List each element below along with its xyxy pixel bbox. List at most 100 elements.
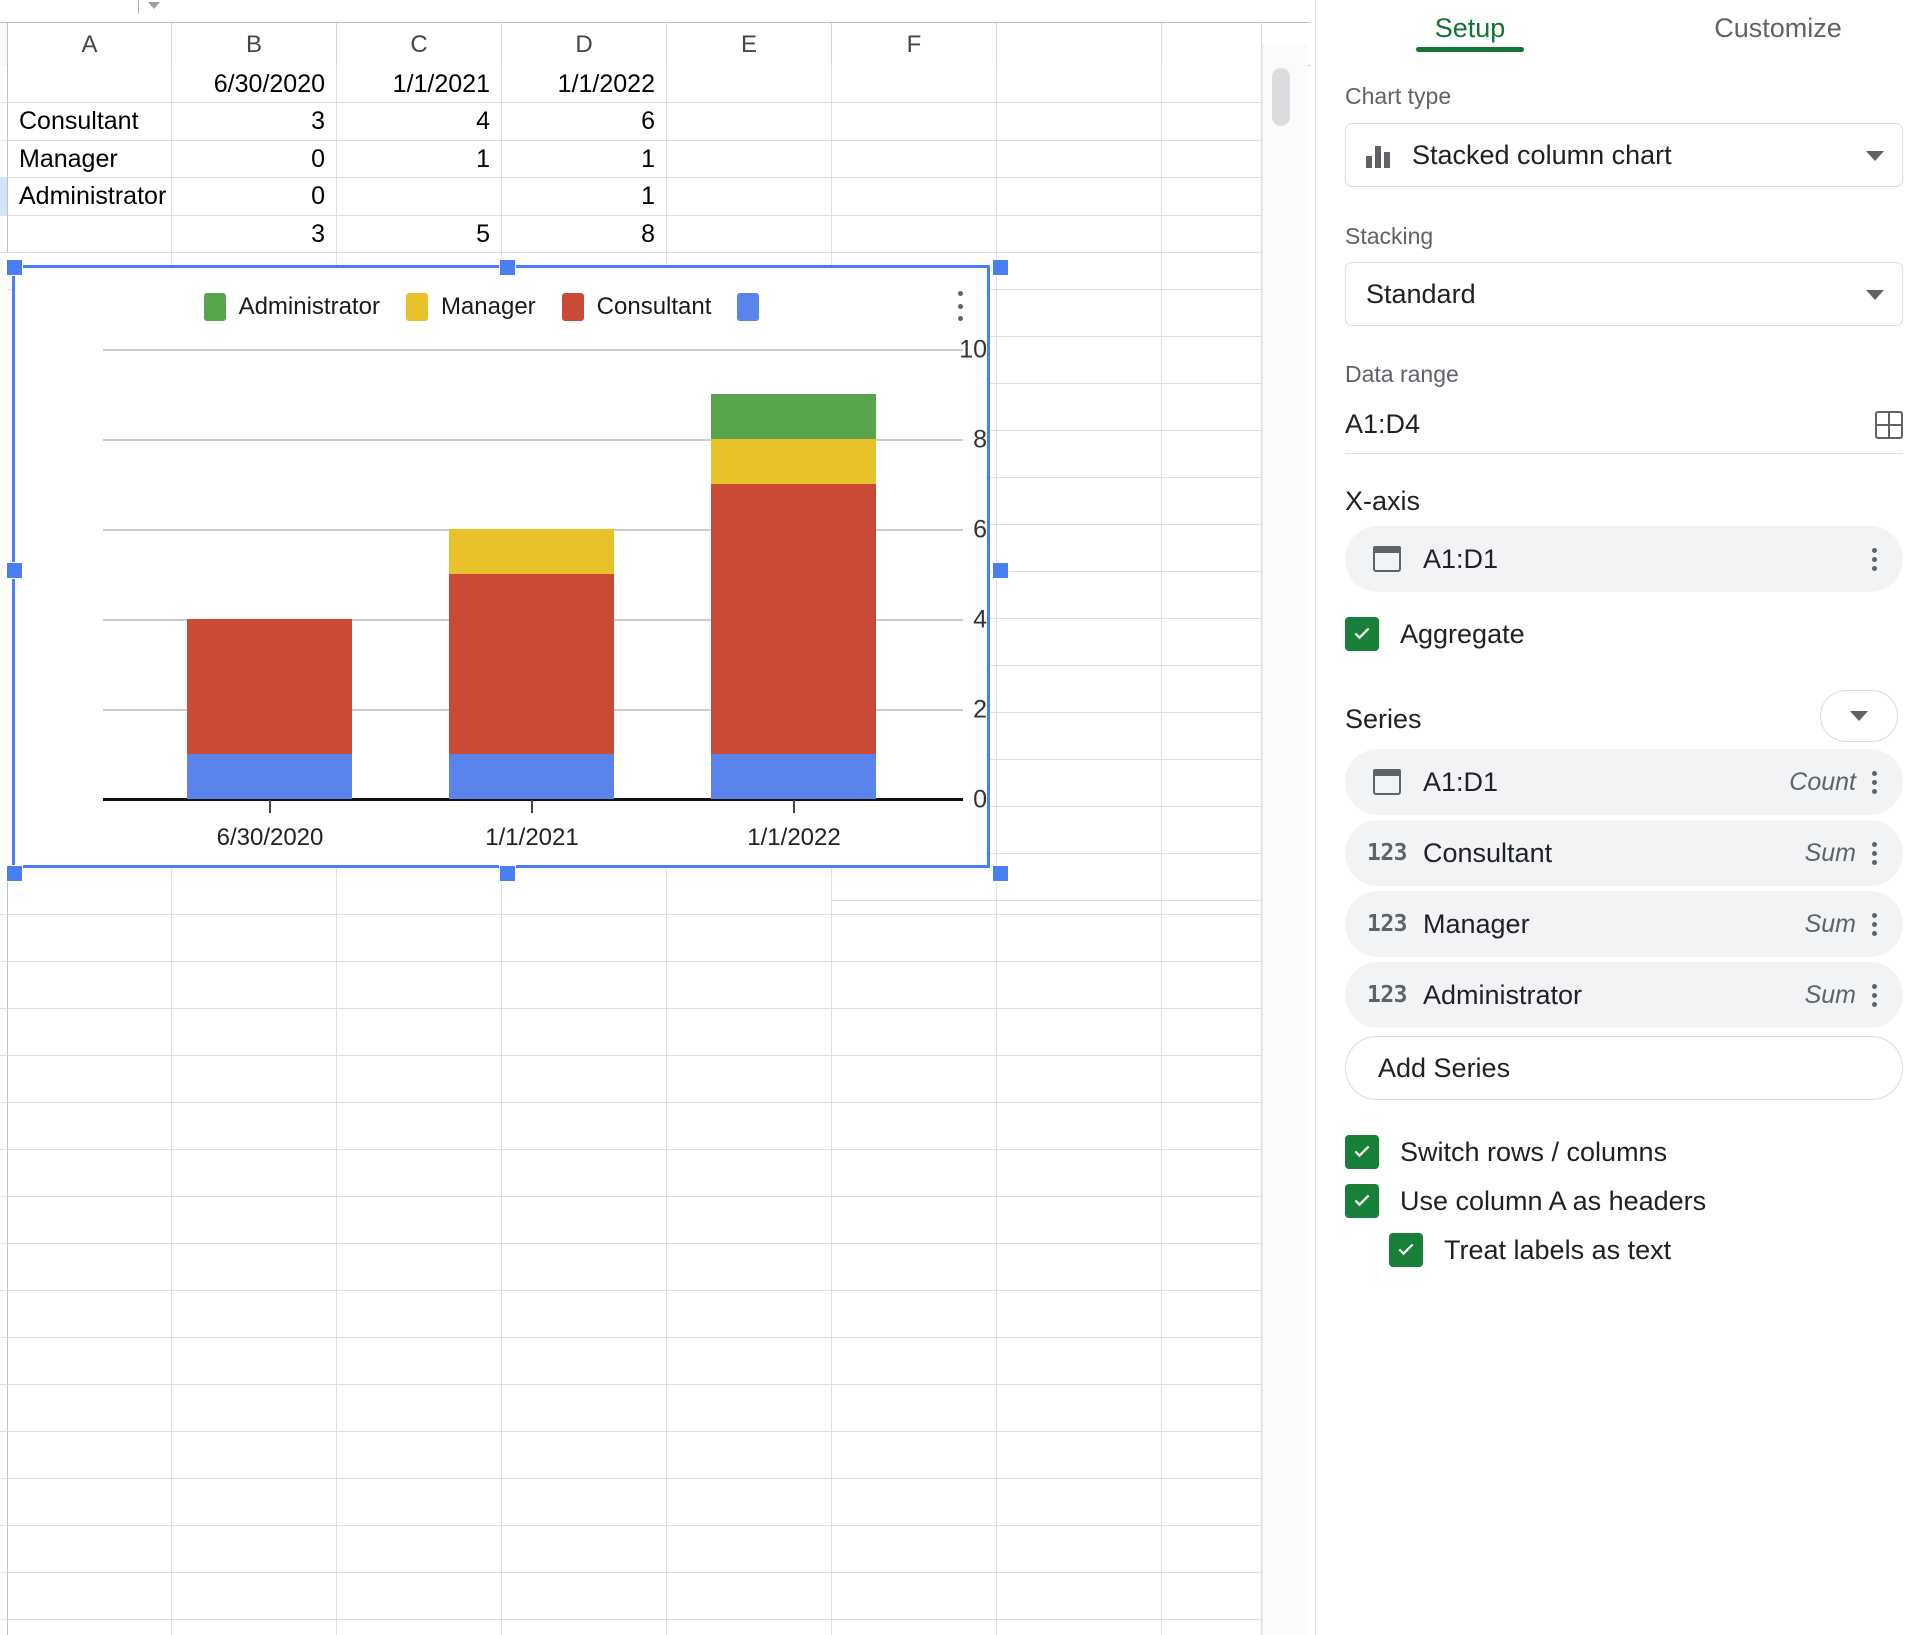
empty-cell[interactable] — [502, 868, 667, 915]
empty-row-band[interactable] — [1162, 253, 1262, 290]
cell-c5[interactable]: 5 — [337, 216, 502, 253]
empty-cell[interactable] — [997, 619, 1162, 666]
series-options-dropdown[interactable] — [1820, 690, 1898, 742]
cell-g5[interactable] — [997, 216, 1162, 253]
row-header-4[interactable] — [0, 178, 8, 216]
select-all-corner[interactable] — [0, 23, 8, 66]
row-header[interactable] — [0, 1244, 8, 1291]
row-header[interactable] — [0, 1197, 8, 1244]
empty-cell[interactable] — [997, 1103, 1162, 1150]
empty-cell[interactable] — [502, 1150, 667, 1197]
empty-cell[interactable] — [667, 1526, 832, 1573]
resize-handle-bottom-center[interactable] — [499, 865, 516, 882]
resize-handle-top-right[interactable] — [992, 259, 1009, 276]
empty-cell[interactable] — [8, 1385, 172, 1432]
empty-cell[interactable] — [832, 1056, 997, 1103]
empty-cell[interactable] — [997, 1385, 1162, 1432]
empty-cell[interactable] — [997, 337, 1162, 384]
empty-cell[interactable] — [997, 1338, 1162, 1385]
empty-cell[interactable] — [502, 1197, 667, 1244]
empty-cell[interactable] — [997, 760, 1162, 807]
checkbox-checked-icon[interactable] — [1345, 617, 1379, 651]
bar-segment-consultant-1[interactable] — [187, 619, 352, 754]
empty-cell[interactable] — [997, 1620, 1162, 1635]
cell-d3[interactable]: 1 — [502, 141, 667, 178]
resize-handle-middle-right[interactable] — [992, 562, 1009, 579]
empty-cell[interactable] — [997, 1573, 1162, 1620]
empty-cell[interactable] — [502, 1056, 667, 1103]
cell-h4[interactable] — [1162, 178, 1262, 216]
empty-cell[interactable] — [1162, 337, 1262, 384]
empty-cell[interactable] — [172, 868, 337, 915]
cell-a2[interactable]: Consultant — [8, 103, 172, 141]
empty-cell[interactable] — [667, 1009, 832, 1056]
cell-a1[interactable] — [8, 66, 172, 103]
cell-e2[interactable] — [667, 103, 832, 141]
cell-b2[interactable]: 3 — [172, 103, 337, 141]
row-header[interactable] — [0, 1338, 8, 1385]
empty-cell[interactable] — [8, 1620, 172, 1635]
empty-cell[interactable] — [997, 1432, 1162, 1479]
row-header[interactable] — [0, 1620, 8, 1635]
empty-cell[interactable] — [1162, 1103, 1262, 1150]
stacking-select[interactable]: Standard — [1345, 262, 1903, 326]
empty-cell[interactable] — [1162, 1244, 1262, 1291]
empty-cell[interactable] — [997, 1056, 1162, 1103]
cell-b4[interactable]: 0 — [172, 178, 337, 216]
cell-g2[interactable] — [997, 103, 1162, 141]
empty-cell[interactable] — [997, 572, 1162, 619]
empty-cell[interactable] — [832, 915, 997, 962]
empty-cell[interactable] — [667, 1103, 832, 1150]
empty-cell[interactable] — [337, 1338, 502, 1385]
empty-cell[interactable] — [502, 915, 667, 962]
empty-cell[interactable] — [832, 1620, 997, 1635]
empty-cell[interactable] — [337, 1056, 502, 1103]
empty-cell[interactable] — [667, 1056, 832, 1103]
switch-rows-columns-row[interactable]: Switch rows / columns — [1345, 1135, 1667, 1169]
legend-item-manager[interactable]: Manager — [405, 293, 536, 321]
empty-cell[interactable] — [502, 1385, 667, 1432]
cell-d5[interactable]: 8 — [502, 216, 667, 253]
empty-cell[interactable] — [667, 1244, 832, 1291]
bar-segment-blank-1[interactable] — [187, 754, 352, 799]
empty-cell[interactable] — [997, 431, 1162, 478]
column-header-h[interactable] — [1162, 23, 1262, 66]
row-header[interactable] — [0, 1103, 8, 1150]
empty-cell[interactable] — [667, 1432, 832, 1479]
empty-cell[interactable] — [8, 1150, 172, 1197]
empty-cell[interactable] — [832, 1432, 997, 1479]
checkbox-checked-icon[interactable] — [1345, 1135, 1379, 1169]
empty-cell[interactable] — [667, 1620, 832, 1635]
cell-f4[interactable] — [832, 178, 997, 216]
empty-cell[interactable] — [667, 915, 832, 962]
empty-cell[interactable] — [997, 290, 1162, 337]
empty-cell[interactable] — [667, 962, 832, 1009]
resize-handle-bottom-left[interactable] — [6, 865, 23, 882]
empty-cell[interactable] — [337, 1620, 502, 1635]
empty-cell[interactable] — [832, 1103, 997, 1150]
empty-cell[interactable] — [172, 1056, 337, 1103]
column-header-b[interactable]: B — [172, 23, 337, 66]
empty-cell[interactable] — [337, 1103, 502, 1150]
empty-cell[interactable] — [997, 1291, 1162, 1338]
empty-cell[interactable] — [8, 1479, 172, 1526]
row-header[interactable] — [0, 1291, 8, 1338]
row-header[interactable] — [0, 1526, 8, 1573]
bar-segment-consultant-3[interactable] — [711, 484, 876, 754]
empty-cell[interactable] — [337, 1432, 502, 1479]
empty-cell[interactable] — [337, 1526, 502, 1573]
column-header-c[interactable]: C — [337, 23, 502, 66]
empty-cell[interactable] — [997, 807, 1162, 854]
cell-h5[interactable] — [1162, 216, 1262, 253]
empty-cell[interactable] — [832, 1573, 997, 1620]
empty-cell[interactable] — [8, 962, 172, 1009]
empty-cell[interactable] — [1162, 1432, 1262, 1479]
empty-cell[interactable] — [502, 1526, 667, 1573]
empty-cell[interactable] — [997, 962, 1162, 1009]
empty-cell[interactable] — [997, 1526, 1162, 1573]
empty-cell[interactable] — [1162, 666, 1262, 713]
empty-cell[interactable] — [337, 1573, 502, 1620]
empty-cell[interactable] — [8, 1009, 172, 1056]
empty-cell[interactable] — [1162, 760, 1262, 807]
empty-cell[interactable] — [667, 1573, 832, 1620]
